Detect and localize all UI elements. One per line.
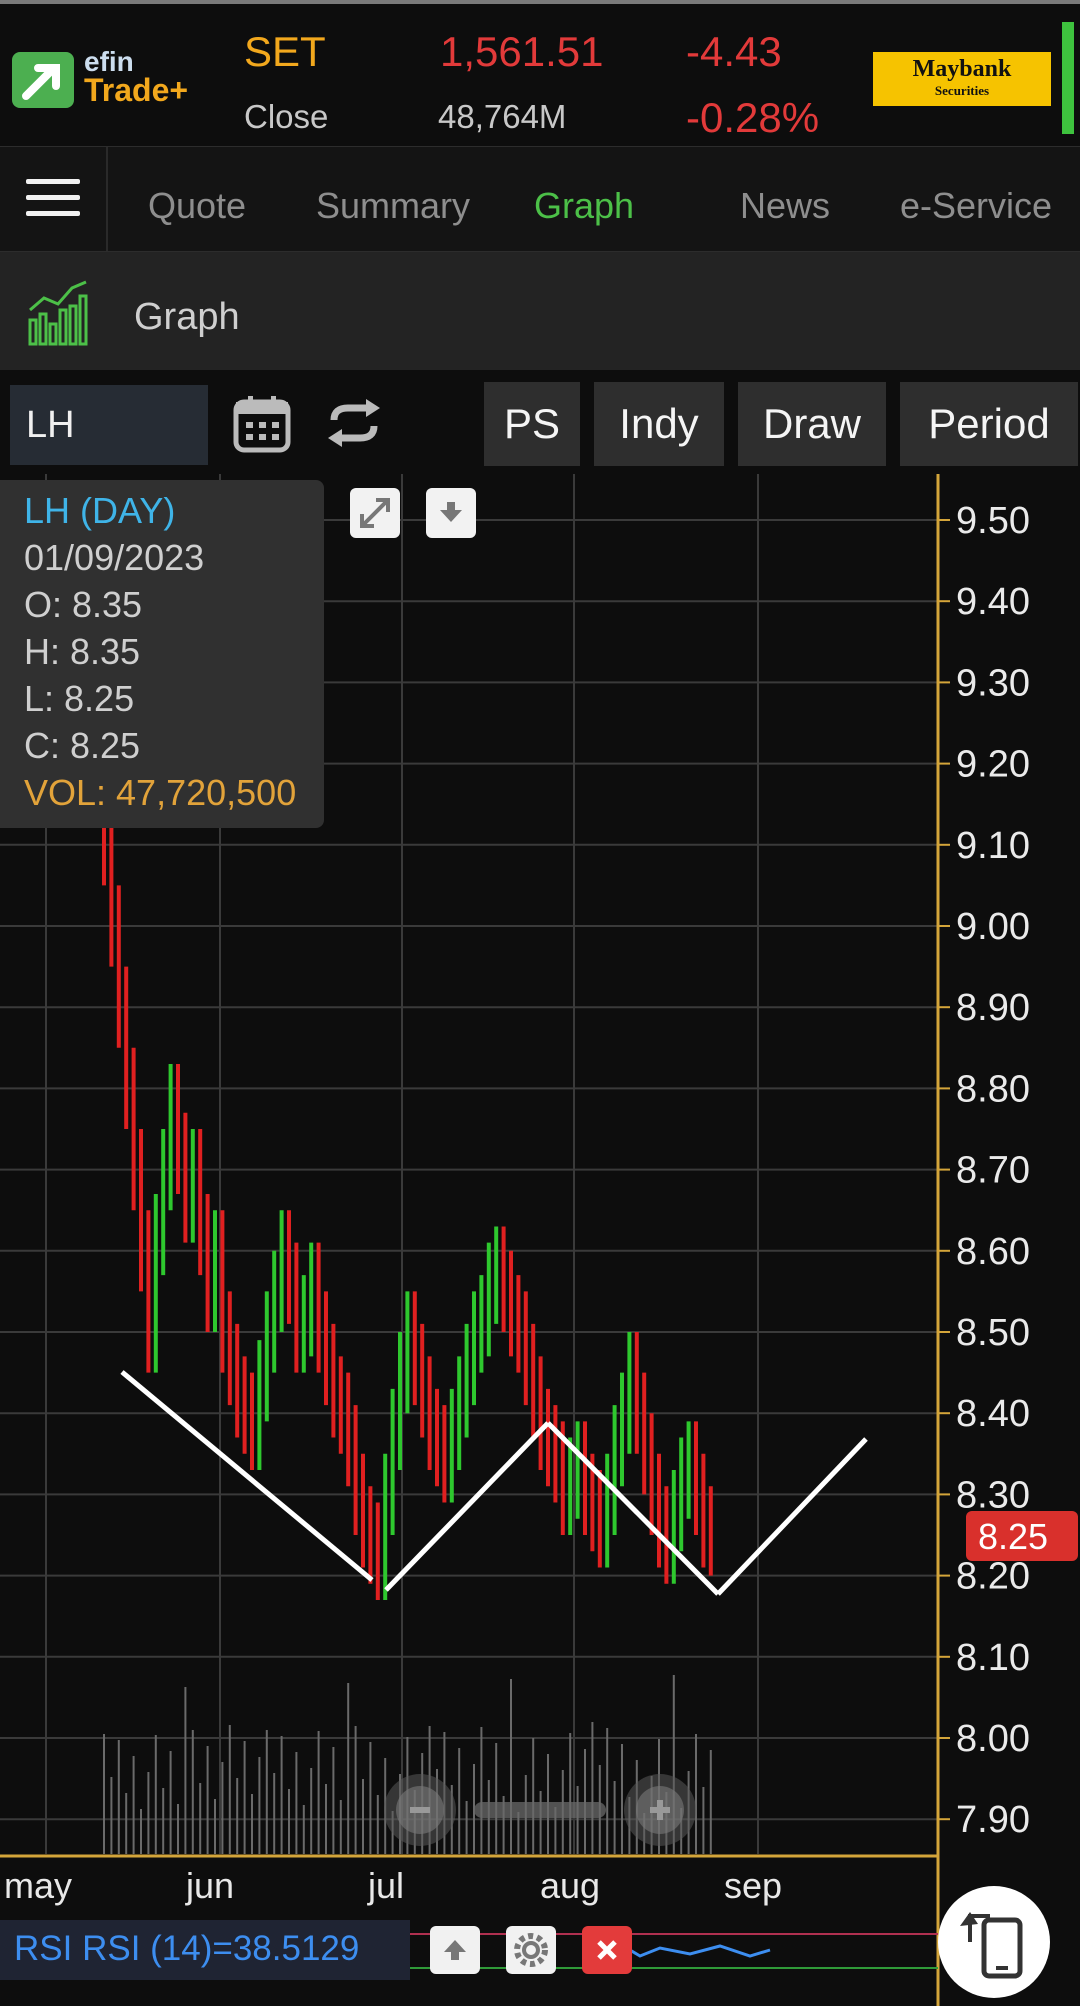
y-tick-label: 8.00 xyxy=(956,1718,1030,1760)
index-change: -4.43 xyxy=(686,28,782,75)
zoom-controls xyxy=(384,1774,696,1846)
y-tick-label: 9.10 xyxy=(956,825,1030,867)
draw-button[interactable]: Draw xyxy=(738,382,886,466)
y-tick-label: 9.50 xyxy=(956,500,1030,542)
y-tick-label: 8.10 xyxy=(956,1637,1030,1679)
info-high: H: 8.35 xyxy=(24,631,141,672)
y-tick-label: 9.00 xyxy=(956,906,1030,948)
y-tick-label: 8.50 xyxy=(956,1312,1030,1354)
info-volume: VOL: 47,720,500 xyxy=(24,772,297,813)
x-tick-label: jul xyxy=(367,1865,404,1906)
y-tick-label: 9.40 xyxy=(956,581,1030,623)
index-change-pct: -0.28% xyxy=(686,94,820,141)
rotate-screen-icon[interactable] xyxy=(938,1886,1050,1998)
y-tick-label: 8.60 xyxy=(956,1231,1030,1273)
page-title: Graph xyxy=(134,296,240,338)
tab-e-service[interactable]: e-Service xyxy=(900,185,1052,227)
market-volume: 48,764M xyxy=(438,98,567,135)
menu-icon[interactable] xyxy=(0,147,108,251)
y-tick-label: 8.70 xyxy=(956,1150,1030,1192)
info-close: C: 8.25 xyxy=(24,725,141,766)
chart-toolbar: PS Indy Draw Period xyxy=(0,372,1080,472)
page-header: Graph xyxy=(0,252,1080,370)
period-button[interactable]: Period xyxy=(900,382,1078,466)
y-tick-label: 8.20 xyxy=(956,1556,1030,1598)
y-tick-label: 9.30 xyxy=(956,662,1030,704)
zoom-slider[interactable] xyxy=(474,1802,606,1818)
expand-icon[interactable] xyxy=(350,488,400,538)
zoom-in-icon[interactable] xyxy=(624,1774,696,1846)
x-tick-label: jun xyxy=(185,1865,234,1906)
tab-summary[interactable]: Summary xyxy=(316,185,470,227)
info-low: L: 8.25 xyxy=(24,678,135,719)
index-name: SET xyxy=(244,28,326,75)
index-value: 1,561.51 xyxy=(440,28,604,75)
y-tick-label: 8.80 xyxy=(956,1068,1030,1110)
logo-text-trade: Trade+ xyxy=(84,72,189,108)
broker-name: Maybank xyxy=(912,56,1012,82)
status-bar-indicator xyxy=(1062,22,1074,134)
ohlc-info-panel: LH (DAY) 01/09/2023 O: 8.35 H: 8.35 L: 8… xyxy=(0,480,324,828)
tab-news[interactable]: News xyxy=(740,185,830,227)
info-symbol: LH (DAY) xyxy=(24,490,176,531)
broker-sub: Securities xyxy=(934,83,990,98)
indicator-close-icon[interactable] xyxy=(582,1926,632,1974)
info-open: O: 8.35 xyxy=(24,584,143,625)
x-tick-label: sep xyxy=(724,1865,782,1906)
y-tick-label: 9.20 xyxy=(956,744,1030,786)
tab-graph[interactable]: Graph xyxy=(534,185,634,227)
download-arrow-icon[interactable] xyxy=(426,488,476,538)
y-tick-label: 7.90 xyxy=(956,1799,1030,1841)
indicator-up-icon[interactable] xyxy=(430,1926,480,1974)
y-tick-label: 8.90 xyxy=(956,987,1030,1029)
efin-logo: efin Trade+ xyxy=(12,46,227,116)
pattern-line xyxy=(384,1421,550,1592)
x-tick-label: may xyxy=(4,1865,72,1906)
x-tick-label: aug xyxy=(540,1865,600,1906)
pattern-line xyxy=(716,1437,868,1596)
broker-logo: Maybank Securities xyxy=(873,52,1051,106)
last-price-label: 8.25 xyxy=(978,1516,1048,1557)
info-date: 01/09/2023 xyxy=(24,537,205,578)
main-nav: Quote Summary Graph News e-Service xyxy=(0,146,1080,252)
price-chart[interactable]: 9.50 9.40 9.30 9.20 9.10 9.00 8.90 8.80 8.70 8.60… xyxy=(0,474,1080,2006)
ps-button[interactable]: PS xyxy=(484,382,580,466)
indy-button[interactable]: Indy xyxy=(594,382,724,466)
graph-icon xyxy=(28,280,88,346)
calendar-icon[interactable] xyxy=(232,394,292,454)
tab-quote[interactable]: Quote xyxy=(148,185,246,227)
y-tick-label: 8.40 xyxy=(956,1393,1030,1435)
y-tick-label: 8.30 xyxy=(956,1474,1030,1516)
market-ticker: efin Trade+ SET 1,561.51 -4.43 Close 48,… xyxy=(0,4,1080,144)
refresh-icon[interactable] xyxy=(326,398,382,448)
zoom-out-icon[interactable] xyxy=(384,1774,456,1846)
rsi-label[interactable]: RSI RSI (14)=38.5129 xyxy=(0,1920,410,1980)
indicator-settings-icon[interactable] xyxy=(506,1926,556,1974)
symbol-input[interactable] xyxy=(10,385,208,465)
logo-arrow-icon xyxy=(12,52,74,108)
market-status: Close xyxy=(244,98,329,135)
